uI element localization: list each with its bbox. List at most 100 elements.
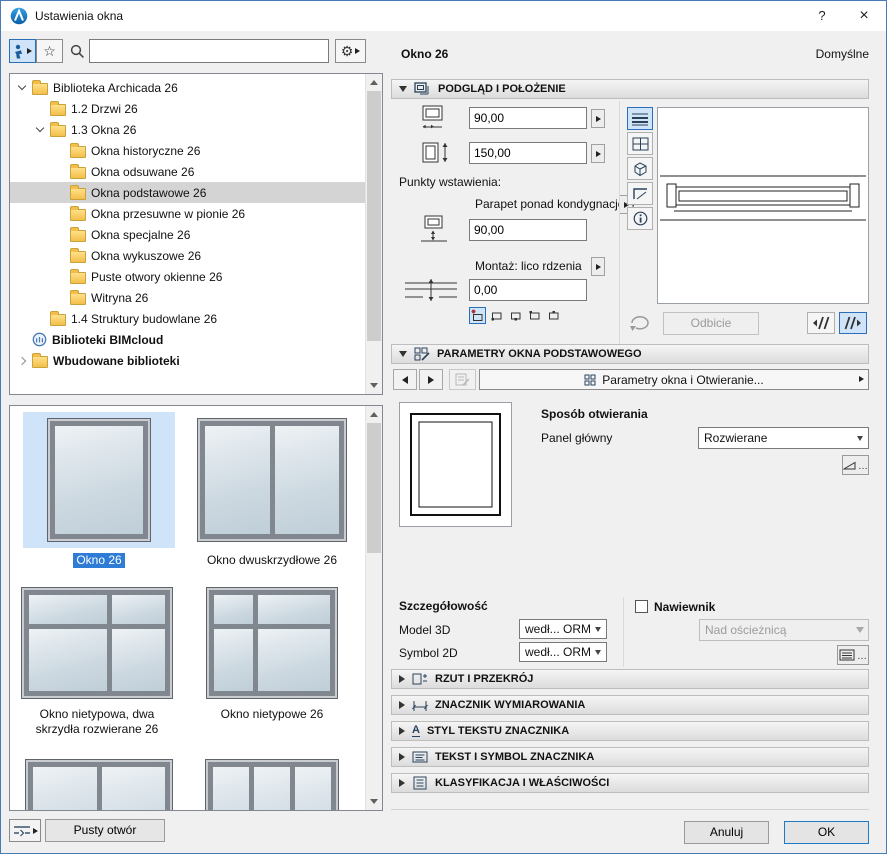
- prev-page-button[interactable]: [393, 369, 417, 390]
- vent-checkbox[interactable]: [635, 600, 648, 613]
- preview-elevation-button[interactable]: [627, 107, 653, 130]
- settings-panel: Okno 26 Domyślne PODGLĄD I POŁOŻENIE Pun…: [391, 39, 871, 847]
- library-toolbar: [9, 39, 63, 63]
- chevron-down-icon: [595, 650, 601, 655]
- scroll-down-icon[interactable]: [366, 377, 382, 394]
- tree-item-drzwi[interactable]: 1.2 Drzwi 26: [10, 98, 365, 119]
- scrollbar-thumb[interactable]: [367, 423, 381, 553]
- anchor-toggle-5[interactable]: [545, 307, 562, 324]
- section-znacznik-wymiarowania[interactable]: ZNACZNIK WYMIAROWANIA: [391, 695, 869, 715]
- scroll-up-icon[interactable]: [366, 406, 382, 423]
- scroll-up-icon[interactable]: [366, 74, 382, 91]
- chevron-down-icon[interactable]: [34, 128, 45, 131]
- mirror-button[interactable]: Odbicie: [663, 312, 759, 335]
- rotate-icon[interactable]: [627, 313, 653, 336]
- anchor-toggle-3[interactable]: [507, 307, 524, 324]
- section-klasyfikacja[interactable]: KLASYFIKACJA I WŁAŚCIWOŚCI: [391, 773, 869, 793]
- vent-settings-button[interactable]: [837, 645, 869, 665]
- sill-height-input[interactable]: [469, 219, 587, 241]
- tree-item-label: Okna historyczne 26: [91, 144, 200, 158]
- section-rzut-przekroj[interactable]: RZUT I PRZEKRÓJ: [391, 669, 869, 689]
- tree-item-okna-przesuwne[interactable]: Okna przesuwne w pionie 26: [10, 203, 365, 224]
- tree-item-okna-specjalne[interactable]: Okna specjalne 26: [10, 224, 365, 245]
- symbol-2d-select[interactable]: wedł... ORM: [519, 642, 607, 662]
- vent-position-select[interactable]: Nad ościeżnicą: [699, 619, 869, 641]
- section-window-parameters[interactable]: PARAMETRY OKNA PODSTAWOWEGO: [391, 344, 869, 364]
- anchor-plane-flyout-button[interactable]: [591, 257, 605, 276]
- thumbnail-okno-nietypowe[interactable]: Okno nietypowe 26: [188, 584, 356, 722]
- chevron-right-icon[interactable]: [16, 358, 27, 364]
- expand-arrow-icon: [399, 753, 405, 761]
- tree-scrollbar[interactable]: [365, 74, 382, 394]
- preview-plan-button[interactable]: [627, 132, 653, 155]
- settings-button[interactable]: [335, 39, 366, 63]
- transfer-settings-button[interactable]: [449, 369, 476, 390]
- section-tekst-i-symbol[interactable]: TEKST I SYMBOL ZNACZNIKA: [391, 747, 869, 767]
- folder-open-icon: [32, 83, 48, 95]
- width-flyout-button[interactable]: [591, 109, 605, 128]
- tree-item-okna-historyczne[interactable]: Okna historyczne 26: [10, 140, 365, 161]
- empty-opening-button[interactable]: Pusty otwór: [45, 819, 165, 842]
- preview-3d-button[interactable]: [627, 157, 653, 180]
- vent-label: Nawiewnik: [654, 600, 715, 614]
- scroll-down-icon[interactable]: [366, 793, 382, 810]
- window-settings-dialog: Ustawienia okna ? × Bi: [0, 0, 887, 854]
- tree-item-okna-odsuwane[interactable]: Okna odsuwane 26: [10, 161, 365, 182]
- section-preview-position[interactable]: PODGLĄD I POŁOŻENIE: [391, 79, 869, 99]
- thumbnail-partial[interactable]: [18, 758, 180, 811]
- page-next-arrow-icon[interactable]: [859, 376, 864, 382]
- anchor-toggle-2[interactable]: [488, 307, 505, 324]
- divider: [623, 597, 624, 667]
- height-flyout-button[interactable]: [591, 144, 605, 163]
- mirror-left-icon: [812, 315, 830, 331]
- tree-item-biblioteka-archicada[interactable]: Biblioteka Archicada 26: [10, 77, 365, 98]
- model-3d-select[interactable]: wedł... ORM: [519, 619, 607, 639]
- tree-item-witryna[interactable]: Witryna 26: [10, 287, 365, 308]
- text-style-icon: A: [412, 725, 420, 737]
- opening-type-button[interactable]: [9, 819, 41, 842]
- tree-item-okna-podstawowe[interactable]: Okna podstawowe 26: [10, 182, 365, 203]
- tree-item-okna[interactable]: 1.3 Okna 26: [10, 119, 365, 140]
- anchor-plane-input[interactable]: [469, 279, 587, 301]
- preview-info-button[interactable]: [627, 207, 653, 230]
- thumbnail-okno-dwuskrzydlowe[interactable]: Okno dwuskrzydłowe 26: [188, 412, 356, 568]
- tree-item-okna-wykuszowe[interactable]: Okna wykuszowe 26: [10, 245, 365, 266]
- anchor-plane-label: Montaż: lico rdzenia: [475, 259, 582, 273]
- tree-item-puste-otwory[interactable]: Puste otwory okienne 26: [10, 266, 365, 287]
- tree-item-biblioteki-bimcloud[interactable]: Biblioteki BIMcloud: [10, 329, 365, 350]
- anchor-toggle-1[interactable]: [469, 307, 486, 324]
- help-button[interactable]: ?: [802, 1, 842, 31]
- tree-item-wbudowane-biblioteki[interactable]: Wbudowane biblioteki: [10, 350, 365, 371]
- thumbnail-okno-nietypowa-dwa-skrzydla[interactable]: Okno nietypowa, dwa skrzydła rozwierane …: [14, 584, 180, 737]
- thumbnail-okno-26[interactable]: Okno 26: [18, 412, 180, 568]
- opening-angle-button[interactable]: [842, 455, 869, 475]
- thumbnail-list: Okno 26 Okno dwuskrzydłowe 26: [9, 405, 383, 811]
- favorites-button[interactable]: [36, 39, 63, 63]
- close-button[interactable]: ×: [844, 1, 884, 31]
- mirror-right-toggle[interactable]: [839, 312, 867, 334]
- section-styl-tekstu-znacznika[interactable]: A STYL TEKSTU ZNACZNIKA: [391, 721, 869, 741]
- preview-section-button[interactable]: [627, 182, 653, 205]
- scrollbar-thumb[interactable]: [367, 91, 381, 341]
- preview-drawing[interactable]: [657, 107, 869, 304]
- search-input[interactable]: [89, 39, 329, 63]
- search-icon: [70, 44, 85, 62]
- next-page-button[interactable]: [419, 369, 443, 390]
- vent-grille-icon: [839, 649, 855, 661]
- chevron-down-icon[interactable]: [16, 86, 27, 89]
- ok-button[interactable]: OK: [784, 821, 869, 844]
- cancel-button[interactable]: Anuluj: [684, 821, 769, 844]
- tree-item-struktury-budowlane[interactable]: 1.4 Struktury budowlane 26: [10, 308, 365, 329]
- width-input[interactable]: [469, 107, 587, 129]
- section-title: KLASYFIKACJA I WŁAŚCIWOŚCI: [435, 777, 609, 789]
- height-input[interactable]: [469, 142, 587, 164]
- section-title: TEKST I SYMBOL ZNACZNIKA: [435, 751, 594, 763]
- titlebar[interactable]: Ustawienia okna ? ×: [1, 1, 886, 31]
- anchor-toggle-4[interactable]: [526, 307, 543, 324]
- default-settings-button[interactable]: [9, 39, 36, 63]
- parameter-page-selector[interactable]: Parametry okna i Otwieranie...: [479, 369, 869, 390]
- mirror-left-toggle[interactable]: [807, 312, 835, 334]
- main-panel-select[interactable]: Rozwierane: [698, 427, 869, 449]
- thumbnail-partial[interactable]: [188, 758, 356, 811]
- thumbnail-scrollbar[interactable]: [365, 406, 382, 810]
